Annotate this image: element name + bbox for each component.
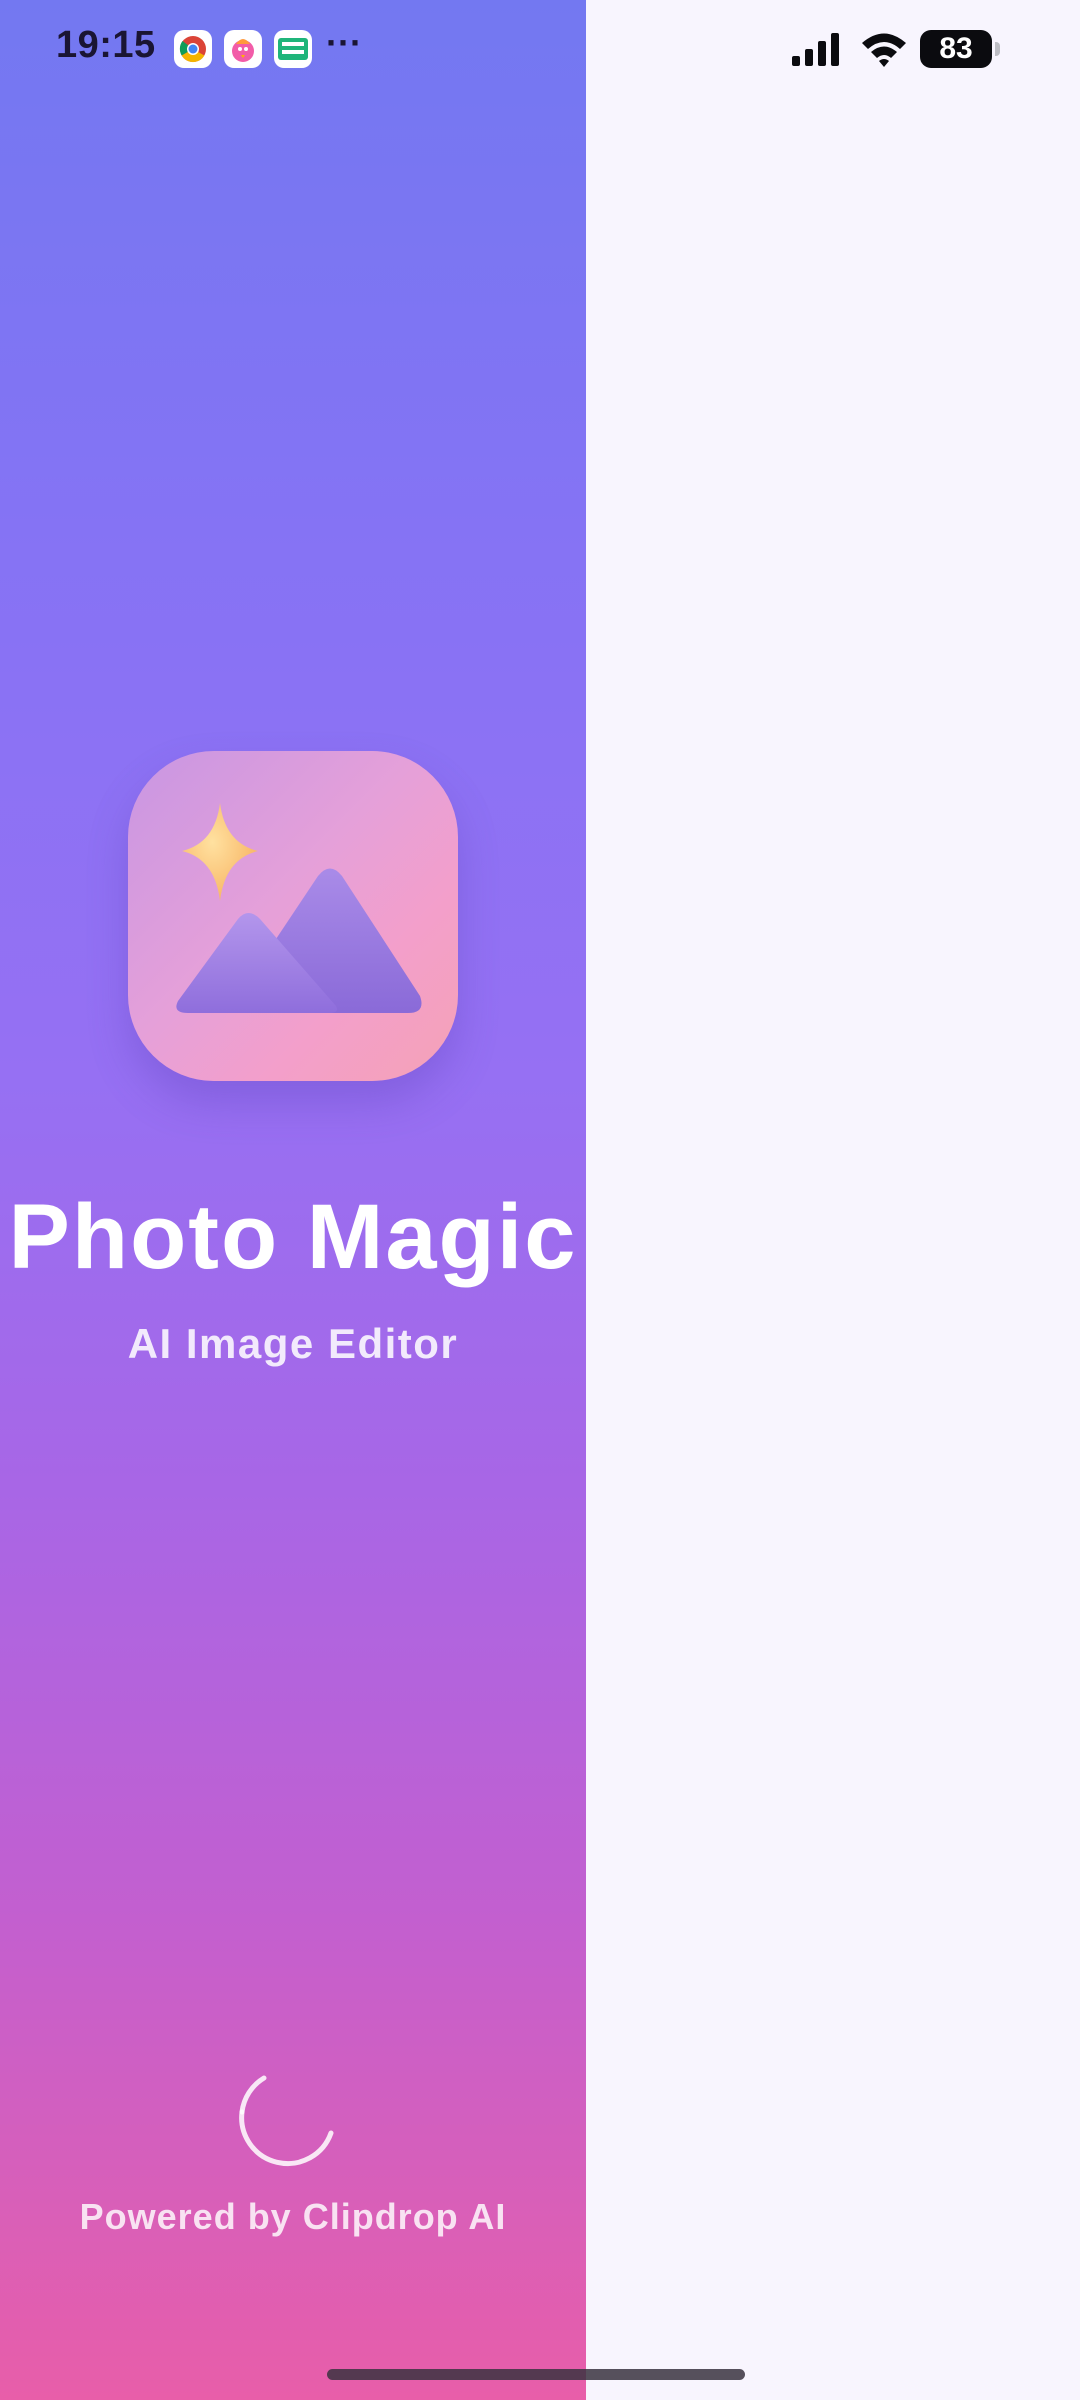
cellular-signal-icon bbox=[792, 33, 839, 66]
chrome-icon bbox=[174, 30, 212, 68]
status-bar-right: 83 bbox=[780, 0, 1080, 100]
status-time: 19:15 bbox=[56, 24, 156, 66]
more-notifications-indicator: ··· bbox=[326, 22, 362, 63]
splash-panel: 19:15 ··· Photo Magic AI Image Editor Po… bbox=[0, 0, 586, 2400]
app-subtitle: AI Image Editor bbox=[127, 1320, 459, 1367]
app-title: Photo Magic bbox=[8, 1186, 578, 1288]
splash-screen: 19:15 ··· Photo Magic AI Image Editor Po… bbox=[0, 0, 1080, 2400]
blank-background-panel bbox=[586, 0, 1080, 2400]
temp-mail-icon bbox=[274, 30, 312, 68]
battery-indicator: 83 bbox=[920, 30, 992, 68]
bird-app-icon bbox=[224, 30, 262, 68]
home-indicator[interactable] bbox=[327, 2369, 745, 2380]
powered-by-label: Powered by Clipdrop AI bbox=[79, 2196, 507, 2237]
photo-sparkle-icon bbox=[176, 803, 422, 1013]
loading-spinner-icon bbox=[239, 2075, 334, 2167]
wifi-icon bbox=[862, 33, 906, 67]
battery-tip bbox=[995, 42, 1000, 56]
app-icon bbox=[128, 751, 458, 1081]
